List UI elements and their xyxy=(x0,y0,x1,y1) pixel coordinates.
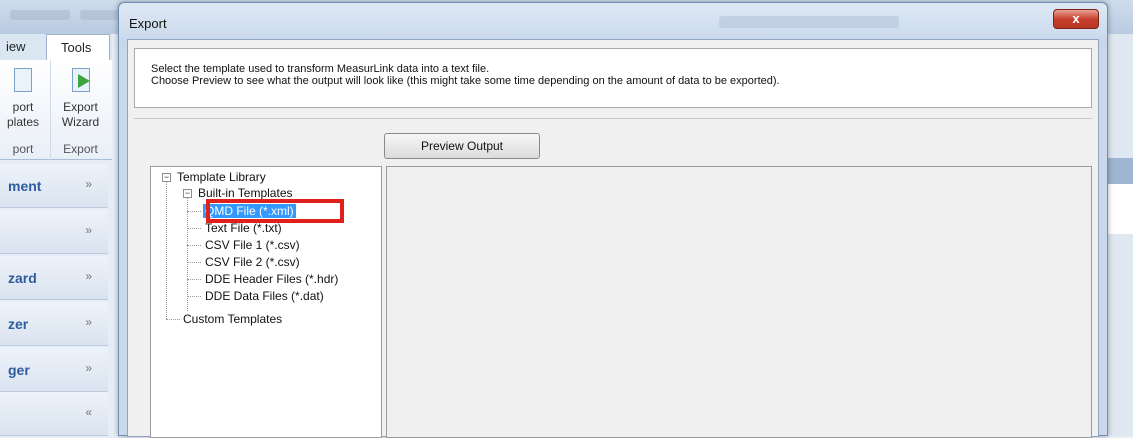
blurred-title-fragment xyxy=(10,10,70,20)
ribbon: port plates port Export Wizard Export xyxy=(0,60,112,160)
ribbon-group-label: port xyxy=(12,142,34,156)
ribbon-tab-strip: iew Tools xyxy=(0,34,112,60)
close-icon: x xyxy=(1072,11,1080,26)
dialog-title: Export xyxy=(129,16,167,31)
export-templates-button[interactable]: port plates port xyxy=(0,60,46,160)
nav-item-label: zer xyxy=(8,316,29,332)
tree-node-custom-templates[interactable]: Custom Templates xyxy=(183,312,282,326)
annotation-highlight-box xyxy=(206,199,344,223)
nav-item-label: ger xyxy=(8,362,30,378)
export-templates-label-1: port xyxy=(12,100,34,114)
chevron-icon: » xyxy=(85,269,92,283)
export-templates-label-2: plates xyxy=(6,115,40,129)
dialog-body: Select the template used to transform Me… xyxy=(127,39,1099,438)
nav-item[interactable]: ment » xyxy=(0,164,108,208)
tab-tools[interactable]: Tools xyxy=(46,34,110,60)
close-button[interactable]: x xyxy=(1053,9,1099,29)
nav-item-label: ment xyxy=(8,178,42,194)
template-tree[interactable]: − Template Library − Built-in Templates … xyxy=(150,166,382,438)
tree-node-dde-header-files[interactable]: DDE Header Files (*.hdr) xyxy=(205,272,338,286)
blurred-title-fragment xyxy=(80,10,120,20)
export-wizard-button[interactable]: Export Wizard Export xyxy=(50,60,110,160)
nav-item[interactable]: « xyxy=(0,392,108,436)
ribbon-group-label: Export xyxy=(63,142,98,156)
export-dialog: Export x Select the template used to tra… xyxy=(118,2,1108,438)
collapse-toggle-icon[interactable]: − xyxy=(183,189,192,198)
instruction-line-1: Select the template used to transform Me… xyxy=(151,63,490,75)
nav-item[interactable]: zard » xyxy=(0,256,108,300)
tab-view[interactable]: iew xyxy=(0,34,44,60)
collapse-toggle-icon[interactable]: − xyxy=(162,173,171,182)
chevron-icon: » xyxy=(85,177,92,191)
tree-node-builtin-templates[interactable]: Built-in Templates xyxy=(198,186,293,200)
chevron-icon: » xyxy=(85,315,92,329)
tree-node-text-file[interactable]: Text File (*.txt) xyxy=(205,221,282,235)
chevron-icon: » xyxy=(85,361,92,375)
export-wizard-label-2: Wizard xyxy=(61,115,100,129)
chevron-icon: » xyxy=(85,223,92,237)
nav-item[interactable]: » xyxy=(0,210,108,254)
tree-node-csv-file-1[interactable]: CSV File 1 (*.csv) xyxy=(205,238,300,252)
preview-output-panel[interactable] xyxy=(386,166,1092,438)
preview-output-button[interactable]: Preview Output xyxy=(384,133,540,159)
tree-node-template-library[interactable]: Template Library xyxy=(177,170,266,184)
instructions-box: Select the template used to transform Me… xyxy=(134,48,1092,108)
export-templates-icon xyxy=(8,66,38,96)
instruction-line-2: Choose Preview to see what the output wi… xyxy=(151,75,780,87)
chevron-up-icon: « xyxy=(85,405,92,419)
tree-node-csv-file-2[interactable]: CSV File 2 (*.csv) xyxy=(205,255,300,269)
nav-item[interactable]: zer » xyxy=(0,302,108,346)
nav-item-label: zard xyxy=(8,270,37,286)
nav-item[interactable]: ger » xyxy=(0,348,108,392)
tree-node-dde-data-files[interactable]: DDE Data Files (*.dat) xyxy=(205,289,324,303)
export-wizard-label-1: Export xyxy=(63,100,98,114)
divider xyxy=(134,118,1092,119)
export-wizard-icon xyxy=(66,66,96,96)
navigation-panel: ment » » zard » zer » ger » « xyxy=(0,160,112,436)
